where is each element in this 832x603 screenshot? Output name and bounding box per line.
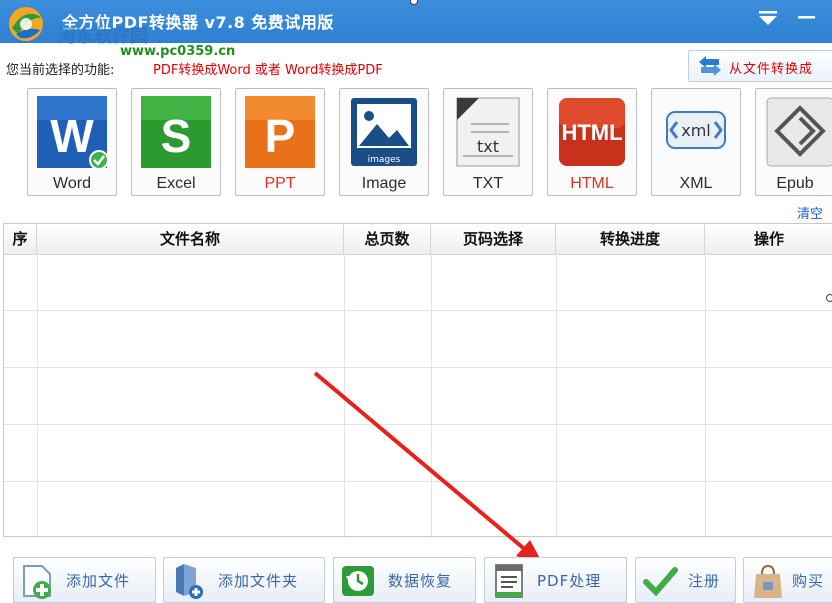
add-file-button[interactable]: 添加文件	[13, 557, 156, 603]
minimize-button[interactable]	[795, 6, 819, 30]
dropdown-menu-button[interactable]	[756, 10, 780, 28]
epub-icon	[763, 94, 832, 170]
format-tile-xml[interactable]: xml XML	[651, 88, 741, 196]
format-tile-txt[interactable]: txt TXT	[443, 88, 533, 196]
recovery-clock-icon	[342, 566, 374, 596]
watermark-url: www.pc0359.cn	[120, 44, 236, 59]
column-divider	[556, 254, 557, 538]
table-row[interactable]	[4, 482, 832, 539]
pdf-process-label: PDF处理	[537, 572, 602, 590]
chevron-down-icon	[759, 11, 777, 25]
format-label-image: Image	[361, 175, 407, 192]
column-divider	[344, 254, 345, 538]
resize-handle-dot[interactable]	[826, 294, 832, 302]
col-header-index[interactable]: 序	[4, 224, 37, 254]
table-row[interactable]	[4, 311, 832, 368]
ppt-icon-glyph: P	[265, 110, 296, 162]
pdf-process-button[interactable]: PDF处理	[484, 557, 627, 603]
html-icon-glyph: HTML	[561, 120, 622, 145]
convert-from-file-label: 从文件转换成	[729, 62, 814, 77]
function-value: PDF转换成Word 或者 Word转换成PDF	[153, 63, 383, 78]
col-header-progress[interactable]: 转换进度	[556, 224, 705, 254]
minimize-icon	[798, 16, 815, 19]
format-label-xml: XML	[679, 175, 713, 192]
checkmark-icon	[643, 567, 678, 597]
add-folder-label: 添加文件夹	[218, 572, 299, 590]
xml-icon: xml	[659, 94, 733, 170]
col-header-pages[interactable]: 总页数	[344, 224, 431, 254]
table-row[interactable]	[4, 368, 832, 425]
format-tile-epub[interactable]: Epub	[755, 88, 832, 196]
column-divider	[431, 254, 432, 538]
data-recovery-button[interactable]: 数据恢复	[333, 557, 476, 603]
table-row[interactable]	[4, 254, 832, 311]
clear-list-link[interactable]: 清空	[797, 203, 823, 222]
word-icon: W	[35, 94, 109, 170]
format-label-txt: TXT	[472, 175, 504, 192]
format-tile-html[interactable]: HTML HTML	[547, 88, 637, 196]
buy-label: 购买	[792, 572, 825, 590]
col-header-page-select[interactable]: 页码选择	[431, 224, 556, 254]
app-logo-icon	[4, 4, 48, 44]
column-divider	[705, 254, 706, 538]
format-label-epub: Epub	[776, 175, 814, 192]
register-button[interactable]: 注册	[635, 557, 736, 603]
swap-arrows-icon	[699, 56, 721, 76]
buy-button[interactable]: 购买	[743, 557, 832, 603]
column-divider	[37, 254, 38, 538]
format-tile-ppt[interactable]: P PPT	[235, 88, 325, 196]
table-header: 序 文件名称 总页数 页码选择 转换进度 操作	[4, 224, 832, 255]
shopping-bag-icon	[754, 564, 782, 598]
add-file-icon	[23, 565, 51, 599]
xml-icon-glyph: xml	[681, 121, 711, 140]
add-folder-button[interactable]: 添加文件夹	[163, 557, 325, 603]
format-label-html: HTML	[570, 175, 614, 192]
txt-icon: txt	[451, 94, 525, 170]
register-label: 注册	[688, 572, 721, 590]
convert-from-file-button[interactable]: 从文件转换成	[688, 50, 832, 82]
format-label-ppt: PPT	[264, 175, 296, 192]
col-header-filename[interactable]: 文件名称	[37, 224, 344, 254]
function-label: 您当前选择的功能:	[6, 63, 115, 78]
document-list-icon	[495, 564, 523, 598]
html-icon: HTML	[555, 94, 629, 170]
word-icon-glyph: W	[50, 110, 94, 162]
image-icon: images	[347, 94, 421, 170]
table-row[interactable]	[4, 425, 832, 482]
add-folder-icon	[176, 564, 203, 599]
format-tile-excel[interactable]: S Excel	[131, 88, 221, 196]
image-icon-caption: images	[368, 155, 401, 165]
format-tile-image[interactable]: images Image	[339, 88, 429, 196]
ppt-icon: P	[243, 94, 317, 170]
add-file-label: 添加文件	[66, 572, 131, 590]
format-label-word: Word	[53, 175, 91, 192]
txt-icon-glyph: txt	[477, 137, 499, 156]
excel-icon-glyph: S	[161, 110, 192, 162]
format-label-excel: Excel	[156, 175, 196, 192]
col-header-actions[interactable]: 操作	[705, 224, 832, 254]
format-tile-word[interactable]: W Word	[27, 88, 117, 196]
data-recovery-label: 数据恢复	[388, 572, 453, 590]
file-table: 序 文件名称 总页数 页码选择 转换进度 操作	[3, 223, 832, 539]
excel-icon: S	[139, 94, 213, 170]
